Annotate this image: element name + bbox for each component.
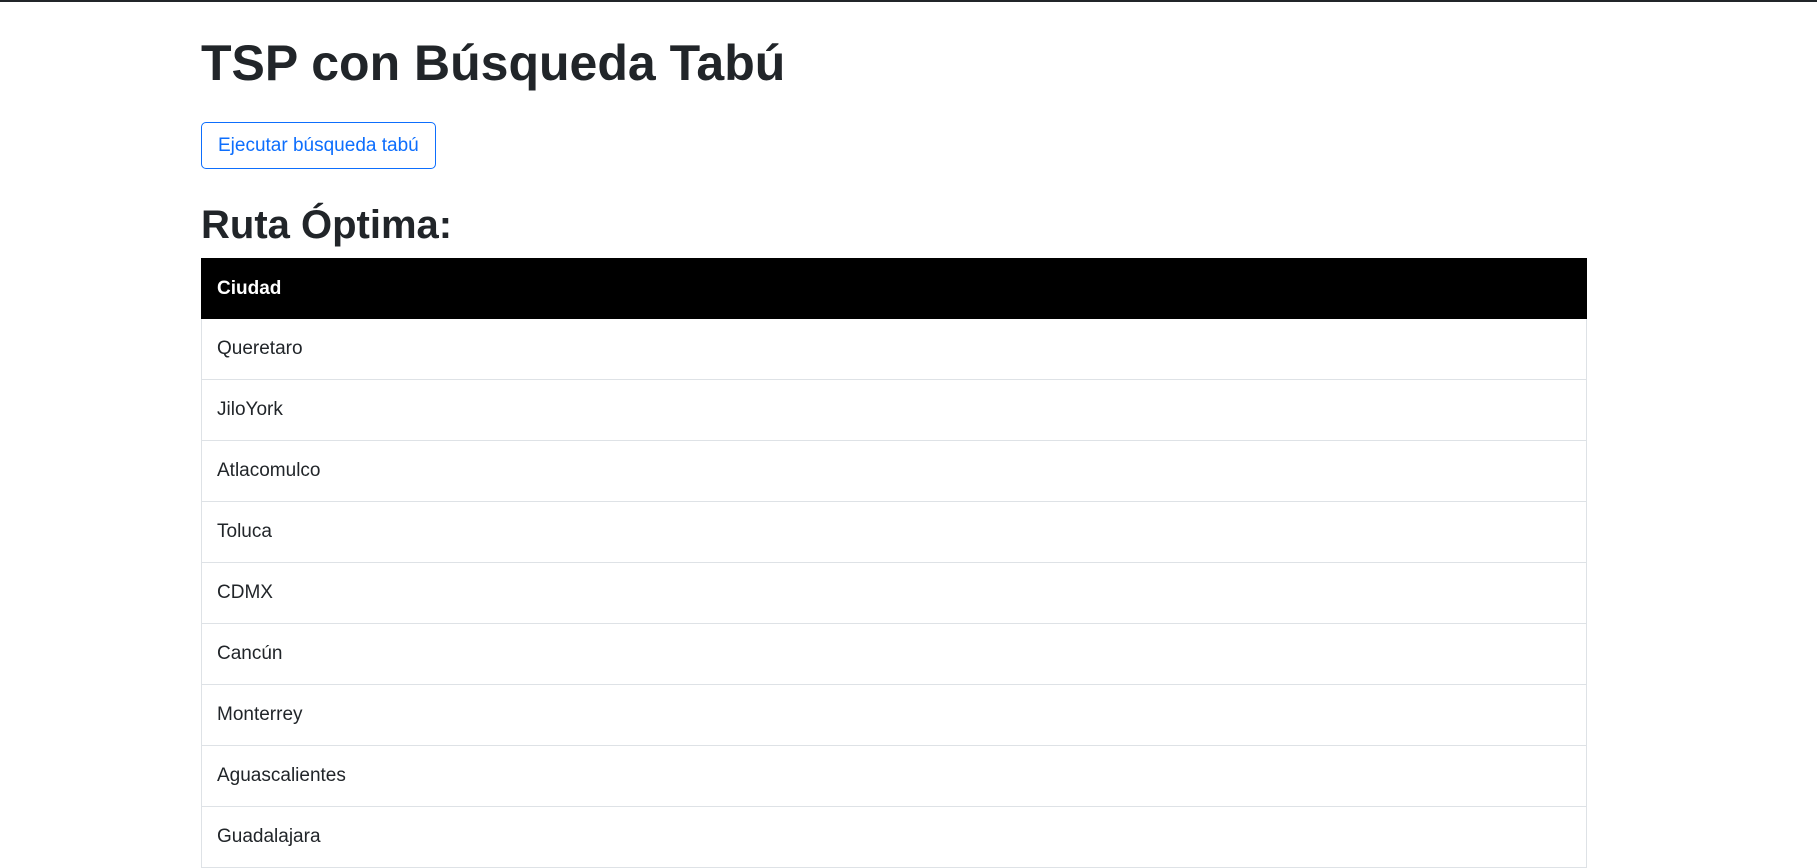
city-cell: Atlacomulco [201, 440, 1587, 502]
run-tabu-search-button[interactable]: Ejecutar búsqueda tabú [201, 122, 436, 169]
top-border-line [0, 0, 1817, 2]
table-header-row: Ciudad [201, 258, 1587, 319]
table-row: Atlacomulco [201, 440, 1587, 502]
route-table: Ciudad Queretaro JiloYork Atlacomulco To… [201, 258, 1587, 868]
table-row: Toluca [201, 501, 1587, 563]
city-cell: Cancún [201, 623, 1587, 685]
table-row: Monterrey [201, 684, 1587, 746]
page-title: TSP con Búsqueda Tabú [201, 35, 786, 91]
table-row: Aguascalientes [201, 745, 1587, 807]
table-row: Guadalajara [201, 806, 1587, 868]
city-cell: Aguascalientes [201, 745, 1587, 807]
column-header-city: Ciudad [201, 258, 1587, 319]
city-cell: JiloYork [201, 379, 1587, 441]
city-cell: CDMX [201, 562, 1587, 624]
table-row: CDMX [201, 562, 1587, 624]
table-row: Cancún [201, 623, 1587, 685]
city-cell: Guadalajara [201, 806, 1587, 868]
optimal-route-heading: Ruta Óptima: [201, 203, 453, 247]
table-row: Queretaro [201, 318, 1587, 380]
city-cell: Monterrey [201, 684, 1587, 746]
city-cell: Toluca [201, 501, 1587, 563]
city-cell: Queretaro [201, 318, 1587, 380]
table-row: JiloYork [201, 379, 1587, 441]
